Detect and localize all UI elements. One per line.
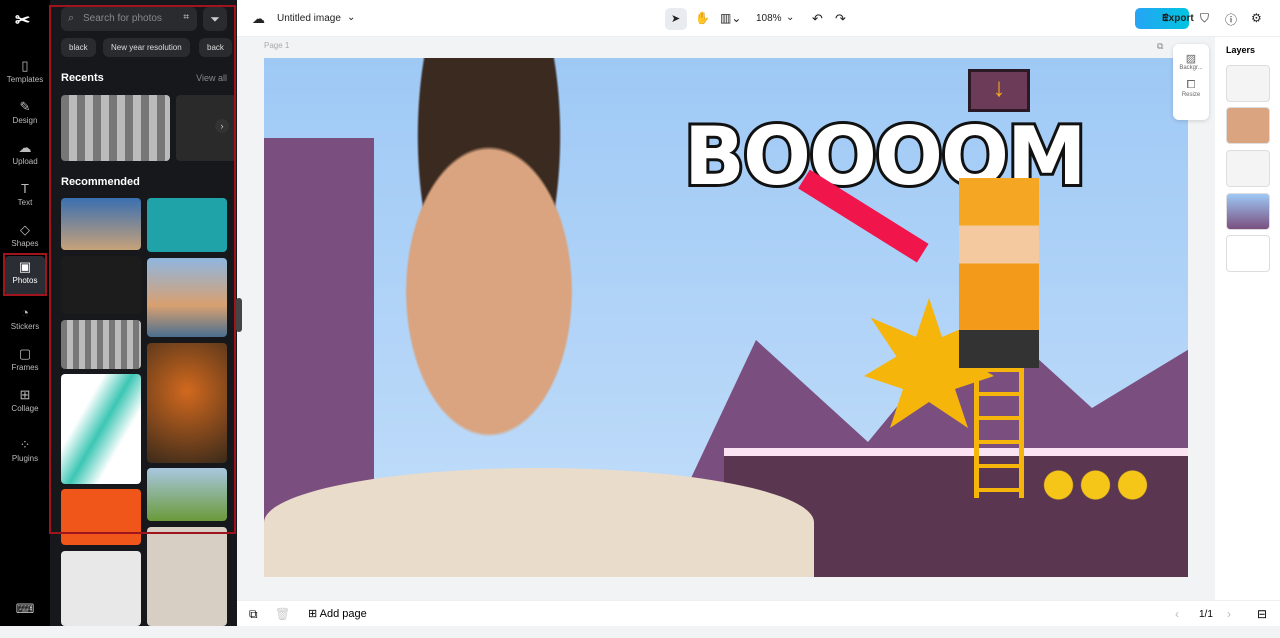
canvas-tools: ▨ Backgr... ⧠ Resize (1173, 44, 1209, 120)
top-bar: ☁ Untitled image ⌄ ➤ ✋ ▥⌄ 108% ⌄ ↶ ↷ ⇪ E… (237, 0, 1280, 37)
chip-back[interactable]: back (199, 38, 232, 57)
recent-photo[interactable] (61, 95, 170, 161)
search-icon: ⌕ (68, 12, 75, 24)
background-button[interactable]: ▨ Backgr... (1173, 52, 1209, 71)
redo-icon[interactable]: ↷ (835, 11, 846, 27)
photos-icon: ▣ (18, 259, 32, 274)
help-icon[interactable]: ⓘ (1225, 11, 1237, 28)
layers-title: Layers (1226, 45, 1256, 55)
photo-thumb[interactable] (147, 468, 227, 521)
nav-collage[interactable]: ⊞ Collage (0, 384, 50, 424)
recents-heading: Recents (61, 72, 104, 84)
photo-thumb[interactable] (147, 343, 227, 463)
pages-overview-icon[interactable]: ⊟ (1257, 607, 1267, 621)
bottom-bar: ⧉ 🗑 ⊞ Add page ‹ 1/1 › ⊟ (237, 600, 1280, 626)
nav-templates[interactable]: ▯ Templates (0, 55, 50, 95)
layers-toggle-icon[interactable]: ⧉ (249, 607, 258, 622)
page-label: Page 1 (264, 41, 290, 50)
document-title[interactable]: Untitled image (277, 13, 341, 24)
cloud-icon: ☁ (252, 11, 265, 26)
export-button[interactable]: ⇪ Export (1135, 8, 1194, 29)
nav-photos[interactable]: ▣ Photos (5, 256, 45, 296)
page-counter: 1/1 (1199, 609, 1213, 620)
shield-icon[interactable]: ⛉ (1200, 11, 1209, 26)
nav-shapes[interactable]: ◇ Shapes (0, 219, 50, 259)
coins (1040, 468, 1150, 502)
background-icon: ▨ (1185, 53, 1197, 65)
nav-upload[interactable]: ☁ Upload (0, 137, 50, 177)
layer-man[interactable] (1226, 107, 1270, 144)
layer-headline[interactable] (1226, 65, 1270, 102)
shapes-icon: ◇ (20, 222, 30, 237)
photo-thumb[interactable] (147, 527, 227, 626)
ladder (974, 368, 1024, 498)
layout-icon[interactable]: ▥⌄ (720, 11, 741, 25)
photo-thumb[interactable] (61, 374, 141, 484)
pixel-worker (959, 178, 1039, 368)
pointer-icon: ➤ (671, 13, 681, 25)
nav-frames[interactable]: ▢ Frames (0, 343, 50, 383)
left-nav: ✂ ▯ Templates ✎ Design ☁ Upload T Text ◇ Shap… (0, 0, 50, 626)
nav-stickers[interactable]: ◔ Stickers (0, 302, 50, 342)
arrow-block: ↓ (968, 69, 1030, 112)
plugins-icon: ⁘ (19, 437, 31, 452)
next-page-icon[interactable]: › (1227, 607, 1231, 621)
man-shirt (264, 468, 814, 577)
resize-button[interactable]: ⧠ Resize (1173, 79, 1209, 98)
nav-design[interactable]: ✎ Design (0, 96, 50, 136)
photo-thumb[interactable] (61, 320, 141, 369)
nav-text[interactable]: T Text (0, 178, 50, 218)
design-icon: ✎ (19, 99, 31, 114)
image-search-icon[interactable]: ⌗ (183, 12, 189, 23)
hand-tool-icon[interactable]: ✋ (695, 11, 710, 25)
photo-thumb[interactable] (61, 256, 141, 314)
resize-icon: ⧠ (1186, 79, 1196, 91)
gear-icon[interactable]: ⚙ (1251, 11, 1262, 25)
keyboard-icon: ⌨ (15, 601, 35, 616)
templates-icon: ▯ (21, 58, 29, 73)
add-page-button[interactable]: ⊞ Add page (308, 607, 367, 620)
layer-background[interactable] (1226, 193, 1270, 230)
layer-arrow[interactable] (1226, 150, 1270, 187)
delete-icon[interactable]: 🗑 (275, 607, 290, 621)
chevron-right-icon[interactable]: › (215, 119, 229, 133)
nav-plugins[interactable]: ⁘ Plugins (0, 434, 50, 474)
photo-thumb[interactable] (61, 489, 141, 545)
zoom-chevron-icon[interactable]: ⌄ (786, 12, 794, 23)
design-canvas[interactable]: BOOOOM ↓ (264, 58, 1188, 577)
capcut-logo-icon[interactable]: ✂ (15, 10, 30, 31)
photos-panel: ⌕ Search for photos ⌗ ⏷ black New year res… (50, 0, 237, 626)
filter-icon: ⏷ (210, 12, 220, 26)
keyboard-shortcuts-button[interactable]: ⌨ (0, 598, 50, 638)
search-input[interactable]: ⌕ Search for photos ⌗ (61, 7, 197, 31)
text-icon: T (21, 181, 29, 196)
photo-thumb[interactable] (147, 258, 227, 337)
select-tool[interactable]: ➤ (665, 8, 687, 30)
chip-new-year[interactable]: New year resolution (103, 38, 190, 57)
prev-page-icon[interactable]: ‹ (1175, 607, 1179, 621)
collapse-panel-handle[interactable] (236, 298, 242, 332)
photo-thumb[interactable] (61, 551, 141, 626)
view-all-link[interactable]: View all (196, 73, 227, 83)
photo-thumb[interactable] (61, 198, 141, 250)
zoom-level[interactable]: 108% (756, 13, 782, 24)
duplicate-page-icon[interactable]: ⧉ (1157, 41, 1163, 52)
chip-black[interactable]: black (61, 38, 96, 57)
frames-icon: ▢ (18, 346, 32, 361)
chevron-down-icon[interactable]: ⌄ (347, 12, 355, 23)
stickers-icon: ◔ (21, 305, 29, 320)
filter-button[interactable]: ⏷ (203, 7, 227, 31)
layers-panel: Layers (1215, 37, 1280, 600)
undo-icon[interactable]: ↶ (812, 11, 823, 27)
upload-icon: ☁ (18, 140, 32, 155)
layer-page[interactable] (1226, 235, 1270, 272)
collage-icon: ⊞ (19, 387, 31, 402)
photo-thumb[interactable] (147, 198, 227, 252)
recommended-heading: Recommended (61, 176, 140, 188)
